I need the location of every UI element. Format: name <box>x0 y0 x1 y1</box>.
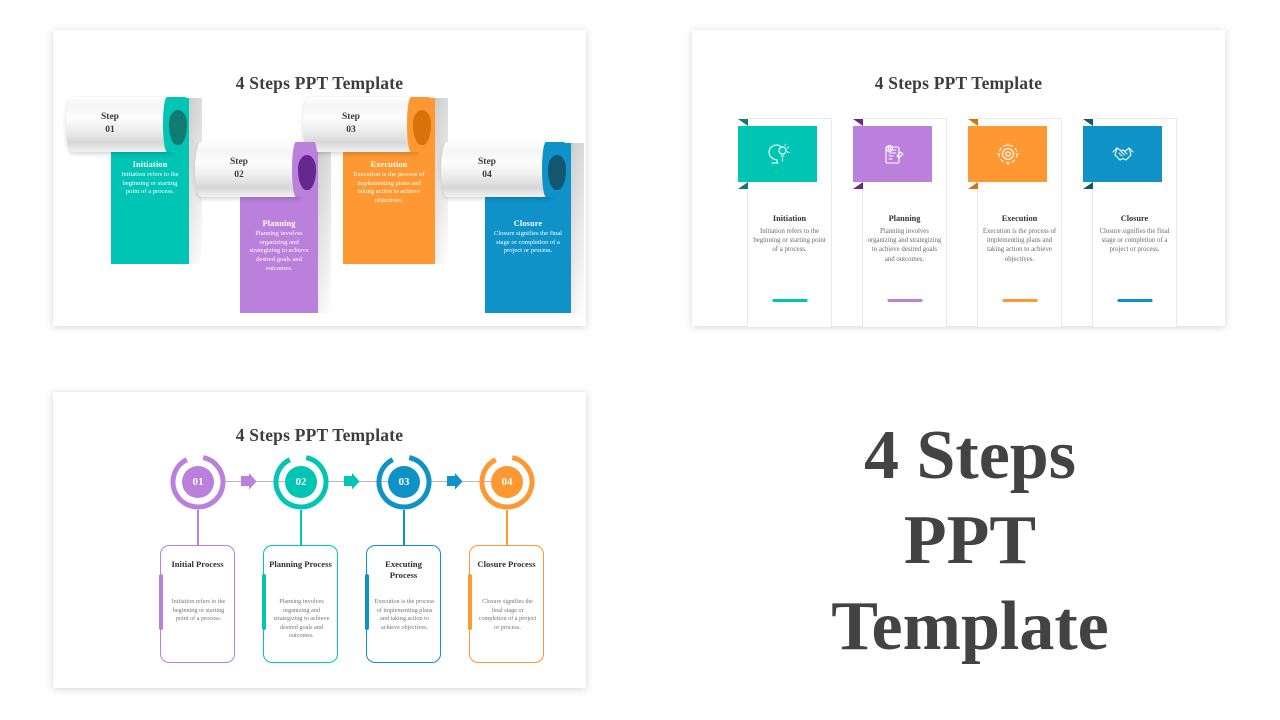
banner-fold-bottom-3 <box>968 182 978 189</box>
scroll-step-2[interactable]: Planning Planning involves organizing an… <box>195 142 331 313</box>
process-title-2: Planning Process <box>269 559 332 569</box>
panel-banner-cards[interactable]: 4 Steps PPT Template Initiation Initiati… <box>692 30 1225 328</box>
banner-card-title-4: Closure <box>1120 214 1149 223</box>
headline-line-2: PPT <box>903 502 1037 580</box>
scroll-curl-4 <box>542 142 568 197</box>
scroll-desc-2: Planning involves organizing and strateg… <box>249 230 309 272</box>
banner-fold-top-2 <box>853 119 863 126</box>
banner-card-3[interactable]: Execution Execution is the process of im… <box>968 118 1062 328</box>
node-number-4: 04 <box>501 476 513 488</box>
scroll-curl-3 <box>407 97 433 152</box>
process-card-2[interactable]: Planning Process Planning involves organ… <box>261 545 338 663</box>
scroll-title-3: Execution <box>370 160 408 169</box>
scroll-step-4[interactable]: Closure Closure signifies the final stag… <box>441 142 584 313</box>
banner-fold-bottom-1 <box>738 182 748 189</box>
scroll-step-1[interactable]: Initiation Initiation refers to the begi… <box>66 97 202 264</box>
process-bar-1 <box>158 574 164 630</box>
scroll-desc-3: Execution is the process of implementing… <box>353 171 425 205</box>
scroll-step-3[interactable]: Execution Execution is the process of im… <box>303 97 448 264</box>
node-2[interactable]: 02 <box>272 453 330 511</box>
process-card-1[interactable]: Initial Process Initiation refers to the… <box>158 545 235 663</box>
arrow-icon-2 <box>344 473 360 490</box>
banner-card-2[interactable]: Planning Planning involves organizing an… <box>853 118 947 328</box>
scroll-curl-2 <box>292 142 318 197</box>
process-card-3[interactable]: Executing Process Execution is the proce… <box>364 545 441 663</box>
scroll-curl-1 <box>163 97 189 152</box>
panel2-title: 4 Steps PPT Template <box>874 73 1043 93</box>
scroll-roll-4[interactable]: Step 04 <box>441 142 555 197</box>
arrow-icon-3 <box>447 473 463 490</box>
scroll-desc-4: Closure signifies the final stage or com… <box>494 230 562 255</box>
node-number-3: 03 <box>398 476 410 488</box>
banner-card-4[interactable]: Closure Closure signifies the final stag… <box>1083 118 1177 328</box>
headline: 4 Steps PPT Template <box>700 396 1240 686</box>
scroll-title-1: Initiation <box>132 160 168 169</box>
process-title-3: Executing Process <box>385 559 422 581</box>
process-bar-2 <box>261 574 267 630</box>
scroll-step-label-2: Step 02 <box>230 156 248 181</box>
target-gear-icon <box>996 143 1019 165</box>
scroll-roll-3[interactable]: Step 03 <box>303 97 421 152</box>
banner-fold-top-1 <box>738 119 748 126</box>
banner-card-desc-1: Initiation refers to the beginning or st… <box>753 228 826 254</box>
process-bar-4 <box>467 574 473 630</box>
node-number-1: 01 <box>192 476 204 488</box>
panel3-title: 4 Steps PPT Template <box>235 425 404 445</box>
banner-card-desc-4: Closure signifies the final stage or com… <box>1099 228 1170 254</box>
headline-line-3: Template <box>831 587 1109 665</box>
scroll-roll-1[interactable]: Step 01 <box>66 97 176 152</box>
banner-card-rule-4 <box>1117 299 1152 302</box>
clipboard-gear-icon <box>884 144 904 164</box>
process-title-4: Closure Process <box>477 559 536 569</box>
banner-fold-top-4 <box>1083 119 1093 126</box>
banner-card-desc-2: Planning involves organizing and strateg… <box>867 228 942 263</box>
banner-fold-bottom-4 <box>1083 182 1093 189</box>
node-number-2: 02 <box>295 476 307 488</box>
scroll-step-label-3: Step 03 <box>342 111 360 136</box>
banner-3 <box>968 119 1047 189</box>
banner-fold-bottom-2 <box>853 182 863 189</box>
stem-2 <box>300 510 302 546</box>
banner-card-rule-2 <box>887 299 922 302</box>
process-bar-3 <box>364 574 370 630</box>
banner-card-desc-3: Execution is the process of implementing… <box>982 228 1057 263</box>
headline-line-1: 4 Steps <box>864 416 1076 494</box>
banner-2 <box>853 119 932 189</box>
banner-card-1[interactable]: Initiation Initiation refers to the begi… <box>738 118 832 328</box>
stem-4 <box>506 510 508 546</box>
process-card-4[interactable]: Closure Process Closure signifies the fi… <box>467 545 544 663</box>
handshake-icon <box>1111 147 1134 161</box>
scroll-desc-1: Initiation refers to the beginning or st… <box>121 171 179 196</box>
banner-fold-top-3 <box>968 119 978 126</box>
stem-3 <box>403 510 405 546</box>
scroll-step-label-4: Step 04 <box>478 156 496 181</box>
process-desc-4: Closure signifies the final stage or com… <box>478 598 537 631</box>
process-title-1: Initial Process <box>171 559 224 569</box>
scroll-step-label-1: Step 01 <box>101 111 119 136</box>
node-4[interactable]: 04 <box>478 453 536 511</box>
panel-circle-process[interactable]: 4 Steps PPT Template 01 Initial Process <box>53 392 586 688</box>
scroll-roll-2[interactable]: Step 02 <box>195 142 305 197</box>
panel1-title: 4 Steps PPT Template <box>235 73 404 93</box>
panel-scroll-steps[interactable]: 4 Steps PPT Template Initiation Initiati… <box>53 30 586 326</box>
banner-1 <box>738 119 817 189</box>
node-3[interactable]: 03 <box>375 453 433 511</box>
banner-4 <box>1083 119 1162 189</box>
stem-1 <box>197 510 199 546</box>
node-1[interactable]: 01 <box>169 453 227 511</box>
scroll-title-2: Planning <box>262 219 296 228</box>
arrow-icon-1 <box>241 473 257 490</box>
slide-gallery: 4 Steps PPT Template Initiation Initiati… <box>0 0 1280 720</box>
banner-card-title-3: Execution <box>1001 214 1038 223</box>
banner-card-title-2: Planning <box>888 214 921 223</box>
banner-card-rule-3 <box>1002 299 1037 302</box>
banner-card-title-1: Initiation <box>772 214 807 223</box>
process-desc-3: Execution is the process of implementing… <box>374 598 435 631</box>
head-lightbulb-icon <box>767 143 790 164</box>
process-desc-1: Initiation refers to the beginning or st… <box>171 598 226 623</box>
process-desc-2: Planning involves organizing and strateg… <box>273 598 330 640</box>
banner-card-rule-1 <box>772 299 807 302</box>
scroll-title-4: Closure <box>513 219 543 228</box>
